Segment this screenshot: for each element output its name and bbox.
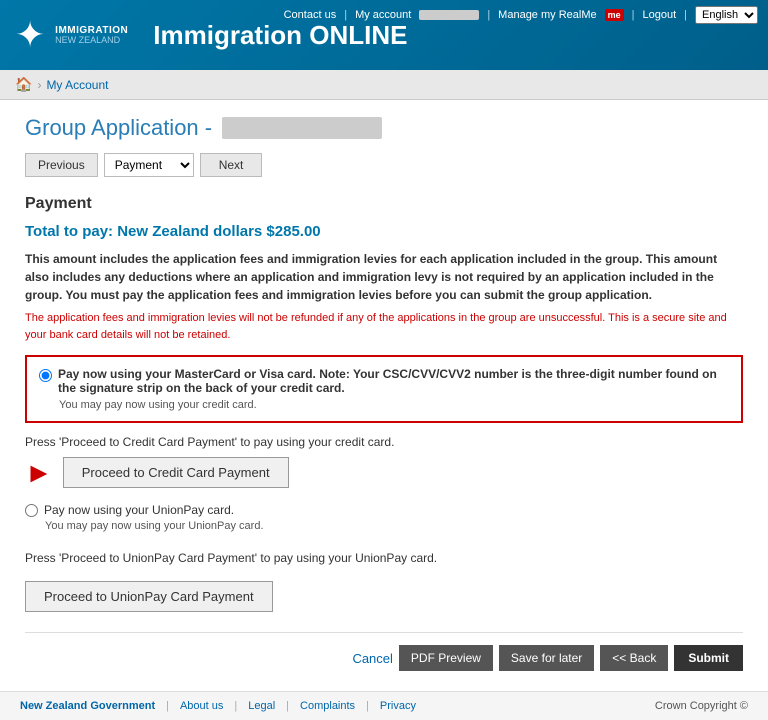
- application-id-placeholder: [222, 117, 382, 139]
- logo-text: IMMIGRATION NEW ZEALAND: [55, 25, 128, 46]
- realme-icon: me: [605, 9, 624, 21]
- header-nav: Contact us | My account | Manage my Real…: [284, 6, 758, 24]
- desc-bold: This amount includes the application fee…: [25, 250, 743, 304]
- section-heading: Payment: [25, 195, 743, 213]
- header: ✦ IMMIGRATION NEW ZEALAND Immigration ON…: [0, 0, 768, 70]
- creditcard-radio[interactable]: [39, 369, 52, 382]
- about-link[interactable]: About us: [180, 700, 223, 712]
- unionpay-sub: You may pay now using your UnionPay card…: [45, 520, 743, 532]
- contact-link[interactable]: Contact us: [284, 9, 337, 21]
- language-select[interactable]: English: [695, 6, 758, 24]
- total-line: Total to pay: New Zealand dollars $285.0…: [25, 223, 743, 240]
- red-arrow-icon: ►: [25, 459, 53, 487]
- proceed-cc-button[interactable]: Proceed to Credit Card Payment: [63, 457, 289, 488]
- privacy-link[interactable]: Privacy: [380, 700, 416, 712]
- legal-link[interactable]: Legal: [248, 700, 275, 712]
- page-title: Group Application -: [25, 115, 743, 141]
- wizard-step-dropdown[interactable]: Payment: [104, 153, 194, 177]
- account-placeholder: [419, 10, 479, 20]
- home-icon: 🏠: [15, 76, 32, 93]
- footer-gov-text1: New Zealand: [20, 700, 87, 712]
- unionpay-label-text: Pay now using your UnionPay card.: [44, 503, 234, 517]
- desc-refund: The application fees and immigration lev…: [25, 310, 743, 343]
- footer-gov-text2: Government: [90, 700, 155, 712]
- manage-realme-link[interactable]: Manage my RealMe: [498, 9, 596, 21]
- previous-button[interactable]: Previous: [25, 153, 98, 177]
- my-account-link[interactable]: My account: [355, 9, 411, 21]
- fern-icon: ✦: [15, 17, 45, 53]
- back-button[interactable]: << Back: [600, 645, 668, 671]
- logo-nz-label: NEW ZEALAND: [55, 36, 128, 46]
- save-for-later-button[interactable]: Save for later: [499, 645, 594, 671]
- main-content: Group Application - Previous Payment Nex…: [0, 100, 768, 691]
- proceed-cc-row: ► Proceed to Credit Card Payment: [25, 457, 743, 488]
- unionpay-hint: Press 'Proceed to UnionPay Card Payment'…: [25, 551, 743, 565]
- page-title-text: Group Application -: [25, 115, 212, 141]
- logo-immigration-label: IMMIGRATION: [55, 25, 128, 36]
- breadcrumb: 🏠 › My Account: [0, 70, 768, 100]
- site-footer: New Zealand Government | About us | Lega…: [0, 691, 768, 720]
- creditcard-sub: You may pay now using your credit card.: [59, 399, 729, 411]
- unionpay-option-label[interactable]: Pay now using your UnionPay card.: [25, 502, 743, 517]
- nz-gov-link[interactable]: New Zealand Government: [20, 700, 155, 712]
- unionpay-radio[interactable]: [25, 504, 38, 517]
- creditcard-hint: Press 'Proceed to Credit Card Payment' t…: [25, 435, 743, 449]
- site-title: Immigration ONLINE: [153, 20, 407, 51]
- creditcard-label-text: Pay now using your MasterCard or Visa ca…: [58, 367, 729, 395]
- unionpay-option: Pay now using your UnionPay card. You ma…: [25, 502, 743, 532]
- wizard-nav: Previous Payment Next: [25, 153, 743, 177]
- footer-actions: Cancel PDF Preview Save for later << Bac…: [25, 632, 743, 671]
- footer-left: New Zealand Government | About us | Lega…: [20, 700, 416, 712]
- cancel-button[interactable]: Cancel: [352, 651, 392, 666]
- complaints-link[interactable]: Complaints: [300, 700, 355, 712]
- copyright: Crown Copyright ©: [655, 700, 748, 712]
- pdf-preview-button[interactable]: PDF Preview: [399, 645, 493, 671]
- creditcard-option-box: Pay now using your MasterCard or Visa ca…: [25, 355, 743, 423]
- creditcard-option-label[interactable]: Pay now using your MasterCard or Visa ca…: [39, 367, 729, 395]
- my-account-breadcrumb[interactable]: My Account: [46, 78, 108, 92]
- logout-link[interactable]: Logout: [642, 9, 676, 21]
- next-button[interactable]: Next: [200, 153, 263, 177]
- submit-button[interactable]: Submit: [674, 645, 743, 671]
- proceed-unionpay-button[interactable]: Proceed to UnionPay Card Payment: [25, 581, 273, 612]
